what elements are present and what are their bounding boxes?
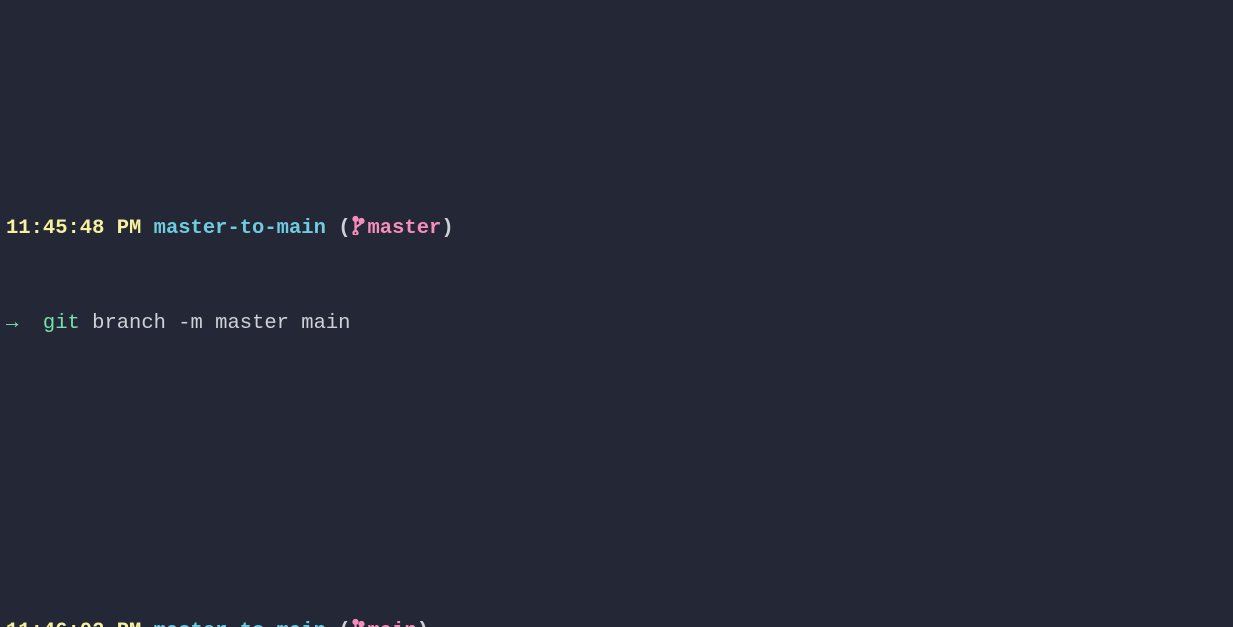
timestamp: 11:45:48 PM — [6, 217, 141, 240]
paren-close: ) — [417, 620, 429, 627]
prompt-line: 11:46:02 PM master-to-main ( main) — [6, 616, 1227, 627]
command-args: branch -m master main — [92, 312, 350, 335]
prompt-arrow-icon: → — [6, 312, 18, 335]
terminal[interactable]: 11:45:48 PM master-to-main ( master) → gi… — [0, 0, 1233, 627]
command-name: git — [43, 312, 80, 335]
git-branch-name: main — [368, 620, 417, 627]
prompt-line: 11:45:48 PM master-to-main ( master) — [6, 213, 1227, 245]
directory: master-to-main — [154, 217, 326, 240]
timestamp: 11:46:02 PM — [6, 620, 141, 627]
command-block: 11:45:48 PM master-to-main ( master) → gi… — [6, 149, 1227, 403]
paren-close: ) — [441, 217, 453, 240]
command-line[interactable]: → git branch -m master main — [6, 308, 1227, 340]
git-branch-icon — [351, 620, 366, 627]
command-block: 11:46:02 PM master-to-main (main) → git … — [6, 552, 1227, 627]
paren-open: ( — [338, 217, 350, 240]
git-branch-name: master — [368, 217, 442, 240]
git-branch-icon — [351, 217, 366, 240]
paren-open: ( — [338, 620, 350, 627]
directory: master-to-main — [154, 620, 326, 627]
